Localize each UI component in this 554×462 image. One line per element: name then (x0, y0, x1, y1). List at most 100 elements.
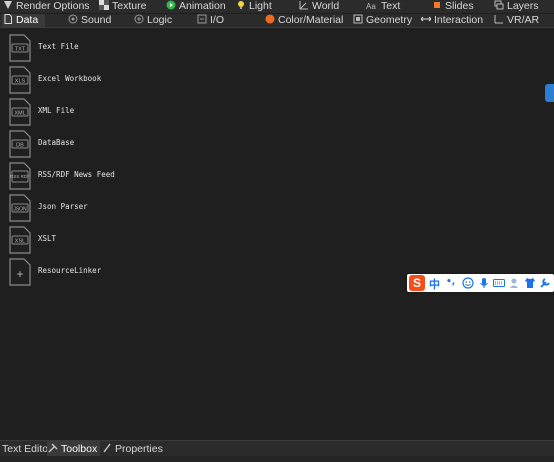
smiley-icon[interactable] (462, 277, 474, 289)
properties-icon (102, 443, 112, 453)
toolbox-item-rss-feed[interactable]: RSS RDF RSS/RDF News Feed (8, 162, 168, 190)
file-badge: XML (14, 111, 25, 117)
toolbox-icon (48, 443, 58, 453)
tab-geometry[interactable]: Geometry (352, 14, 412, 27)
toolbox-item-resource-linker[interactable]: + ResourceLinker (8, 258, 168, 286)
toolbox-panel: TXT Text File XLS Excel Workbook XML XML… (0, 28, 554, 440)
side-dock-tab[interactable] (545, 84, 554, 102)
status-bar (0, 456, 554, 462)
render-options-icon (3, 0, 13, 10)
toolbox-item-label: Excel Workbook (38, 74, 102, 83)
tab-label: Slides (445, 0, 474, 12)
tab-layers[interactable]: Layers (493, 0, 539, 13)
file-badge: DB (16, 143, 24, 149)
ime-logo[interactable]: S (409, 275, 425, 291)
xml-file-icon: XML (8, 98, 32, 126)
keyboard-icon[interactable] (493, 277, 505, 289)
file-badge: TXT (15, 47, 26, 53)
file-badge: JSON (13, 207, 27, 213)
skin-shirt-icon[interactable] (524, 277, 536, 289)
tab-toolbox[interactable]: Toolbox (47, 441, 101, 457)
tab-light[interactable]: Light (235, 0, 272, 13)
toolbox-item-xml-file[interactable]: XML XML File (8, 98, 168, 126)
tab-label: Interaction (434, 14, 484, 26)
file-badge: XSL (15, 239, 25, 245)
toolbox-item-database[interactable]: DB DataBase (8, 130, 168, 158)
category-tab-bar: Data Sound Logic I/O Color/Material Geom… (0, 14, 554, 28)
sound-icon (68, 14, 78, 24)
tab-label: Data (16, 14, 39, 26)
tab-label: Text Editor (2, 443, 52, 455)
geometry-icon (353, 14, 363, 24)
resource-linker-icon: + (8, 258, 32, 286)
json-parser-icon: JSON (8, 194, 32, 222)
tab-color-material[interactable]: Color/Material (264, 14, 343, 27)
toolbox-item-label: ResourceLinker (38, 266, 102, 275)
tab-label: I/O (210, 14, 225, 26)
tab-label: Toolbox (61, 443, 98, 455)
light-icon (236, 0, 246, 10)
tab-logic[interactable]: Logic (133, 14, 172, 27)
ime-toolbar[interactable]: S 中 •, (407, 274, 554, 292)
tab-world[interactable]: World (298, 0, 339, 13)
tab-label: Text (381, 0, 401, 12)
interaction-icon (421, 14, 431, 24)
tab-label: Texture (112, 0, 147, 12)
toolbox-item-json-parser[interactable]: JSON Json Parser (8, 194, 168, 222)
toolbox-item-label: RSS/RDF News Feed (38, 170, 115, 179)
file-badge: RSS RDF (10, 174, 30, 179)
layers-icon (494, 0, 504, 10)
tab-label: Animation (179, 0, 226, 12)
tab-animation[interactable]: Animation (165, 0, 226, 13)
tab-properties[interactable]: Properties (100, 441, 165, 457)
wrench-icon[interactable] (539, 277, 551, 289)
toolbox-item-label: XML File (38, 106, 75, 115)
slides-icon (432, 0, 442, 10)
tab-interaction[interactable]: Interaction (420, 14, 483, 27)
ime-mode-toggle[interactable]: 中 (429, 276, 440, 292)
text-icon: Aa (366, 2, 376, 11)
microphone-icon[interactable] (478, 277, 490, 289)
data-icon (3, 14, 13, 24)
world-icon (299, 0, 309, 10)
database-icon: DB (8, 130, 32, 158)
toolbox-item-label: Text File (38, 42, 79, 51)
tab-label: VR/AR (507, 14, 540, 26)
file-badge: XLS (15, 79, 26, 85)
tab-label: Geometry (366, 14, 413, 26)
file-badge: + (16, 267, 23, 281)
toolbox-item-excel-workbook[interactable]: XLS Excel Workbook (8, 66, 168, 94)
toolbox-item-label: DataBase (38, 138, 75, 147)
tab-text-editor[interactable]: Text Editor (0, 441, 54, 457)
toolbox-item-xslt[interactable]: XSL XSLT (8, 226, 168, 254)
animation-icon (166, 0, 176, 10)
tab-label: Light (249, 0, 272, 12)
tab-sound[interactable]: Sound (67, 14, 111, 27)
user-icon[interactable] (509, 277, 521, 289)
tab-slides[interactable]: Slides (431, 0, 474, 13)
text-file-icon: TXT (8, 34, 32, 62)
color-material-icon (265, 14, 275, 24)
tab-texture[interactable]: Texture (98, 0, 146, 13)
tab-label: Layers (507, 0, 539, 12)
tab-text[interactable]: Aa Text (365, 0, 400, 13)
top-tab-bar: Render Options Texture Animation Light W… (0, 0, 554, 13)
tab-render-options[interactable]: Render Options (2, 0, 90, 13)
bottom-tab-bar: Text Editor Toolbox Properties (0, 440, 554, 457)
ime-punctuation-toggle[interactable]: •, (446, 277, 458, 289)
vr-ar-icon (494, 14, 504, 24)
tab-label: World (312, 0, 340, 12)
logic-icon (134, 14, 144, 24)
texture-icon (99, 0, 109, 10)
toolbox-item-label: Json Parser (38, 202, 88, 211)
toolbox-item-label: XSLT (38, 234, 57, 243)
tab-io[interactable]: I/O (196, 14, 224, 27)
tab-label: Color/Material (278, 14, 344, 26)
xslt-icon: XSL (8, 226, 32, 254)
excel-workbook-icon: XLS (8, 66, 32, 94)
tab-vr-ar[interactable]: VR/AR (493, 14, 539, 27)
tab-data[interactable]: Data (2, 14, 45, 27)
tab-label: Sound (81, 14, 112, 26)
toolbox-item-text-file[interactable]: TXT Text File (8, 34, 168, 62)
tab-label: Logic (147, 14, 173, 26)
